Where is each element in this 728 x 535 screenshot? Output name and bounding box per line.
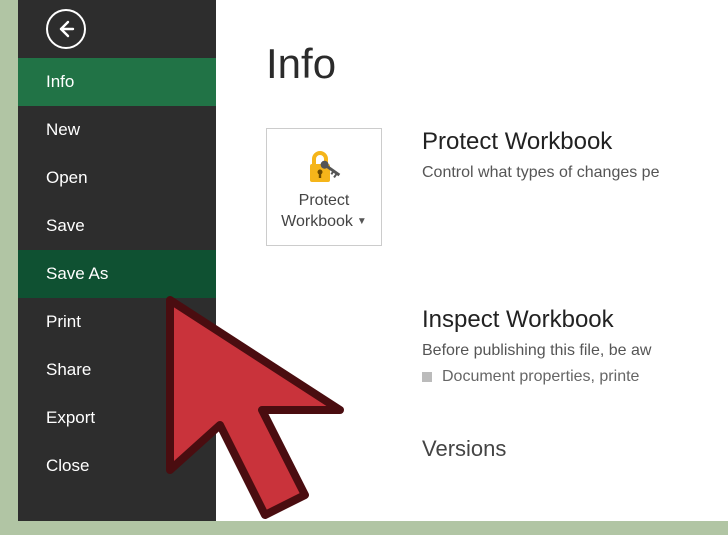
menu-item-save-as[interactable]: Save As: [18, 250, 216, 298]
menu-item-open[interactable]: Open: [18, 154, 216, 202]
back-row: [18, 0, 216, 58]
menu-item-export[interactable]: Export: [18, 394, 216, 442]
protect-desc: Control what types of changes pe: [422, 164, 659, 182]
inspect-section: Inspect Workbook Before publishing this …: [266, 306, 728, 386]
dropdown-caret-icon: ▼: [357, 216, 367, 228]
menu-item-close[interactable]: Close: [18, 442, 216, 490]
bullet-square-icon: [422, 372, 432, 382]
protect-workbook-button[interactable]: Protect Workbook ▼: [266, 128, 382, 246]
menu-label: New: [46, 120, 80, 140]
menu-label: Save: [46, 216, 85, 236]
menu-label: Share: [46, 360, 91, 380]
back-arrow-icon: [56, 19, 76, 39]
protect-heading: Protect Workbook: [422, 128, 659, 156]
versions-heading: Versions: [422, 436, 506, 462]
menu-label: Open: [46, 168, 88, 188]
versions-section: Versions: [266, 416, 728, 462]
tile-label-line2: Workbook ▼: [281, 212, 367, 231]
inspect-bullet: Document properties, printe: [422, 368, 651, 386]
menu-label: Save As: [46, 264, 108, 284]
page-title: Info: [266, 40, 728, 88]
menu-label: Print: [46, 312, 81, 332]
menu-label: Close: [46, 456, 89, 476]
back-button[interactable]: [46, 9, 86, 49]
info-page: Info: [216, 0, 728, 521]
menu-item-print[interactable]: Print: [18, 298, 216, 346]
menu-item-share[interactable]: Share: [18, 346, 216, 394]
menu-item-save[interactable]: Save: [18, 202, 216, 250]
tile-label: Protect: [299, 191, 350, 210]
protect-text: Protect Workbook Control what types of c…: [422, 128, 659, 182]
menu-label: Info: [46, 72, 74, 92]
menu-label: Export: [46, 408, 95, 428]
inspect-desc: Before publishing this file, be aw: [422, 342, 651, 360]
protect-section: Protect Workbook ▼ Protect Workbook Cont…: [266, 128, 728, 246]
menu-item-info[interactable]: Info: [18, 58, 216, 106]
menu-item-new[interactable]: New: [18, 106, 216, 154]
inspect-heading: Inspect Workbook: [422, 306, 651, 334]
lock-key-icon: [302, 143, 346, 189]
file-menu-sidebar: Info New Open Save Save As Print Share E…: [18, 0, 216, 521]
backstage-view: Info New Open Save Save As Print Share E…: [18, 0, 728, 521]
inspect-text: Inspect Workbook Before publishing this …: [422, 306, 651, 386]
